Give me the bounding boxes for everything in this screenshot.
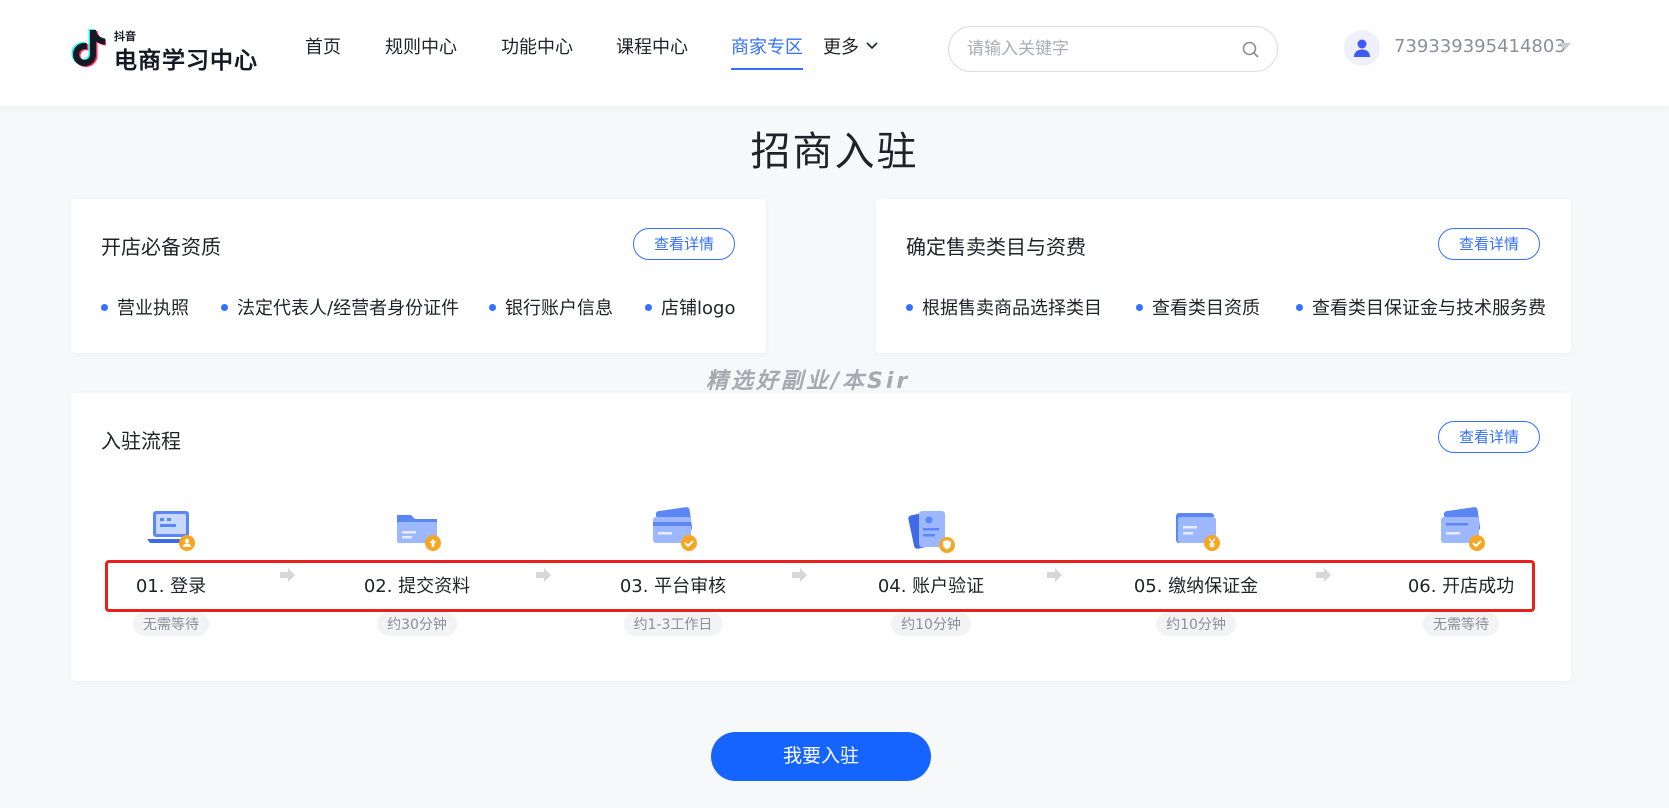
category-detail-button[interactable]: 查看详情 [1438, 228, 1540, 260]
douyin-logo-icon [71, 29, 106, 67]
process-card-title: 入驻流程 [101, 429, 181, 453]
search-input[interactable] [967, 37, 1237, 61]
laptop-user-icon [147, 511, 195, 551]
qualification-detail-button[interactable]: 查看详情 [633, 228, 735, 260]
step-time-badge: 约30分钟 [377, 612, 457, 636]
folder-upload-icon [397, 515, 441, 551]
page-title: 招商入驻 [750, 129, 919, 175]
list-item: 银行账户信息 [489, 294, 613, 320]
chevron-down-icon [866, 42, 878, 50]
category-card: 确定售卖类目与资费 查看详情 根据售卖商品选择类目 查看类目资质 查看类目保证金… [876, 199, 1571, 353]
nav-merchant-zone[interactable]: 商家专区 [731, 36, 803, 70]
list-item: 查看类目资质 [1136, 294, 1260, 320]
step-time-badge: 无需等待 [133, 612, 209, 636]
nav-features[interactable]: 功能中心 [501, 36, 573, 70]
nav-courses[interactable]: 课程中心 [616, 36, 688, 70]
top-navigation-bar: 抖音 电商学习中心 首页 规则中心 功能中心 课程中心 商家专区 更多 7393… [0, 0, 1669, 106]
user-icon [1354, 39, 1370, 57]
list-item: 查看类目保证金与技术服务费 [1296, 294, 1546, 320]
search-icon[interactable] [1241, 40, 1261, 60]
apply-join-button[interactable]: 我要入驻 [711, 732, 931, 781]
caret-down-icon[interactable] [1558, 42, 1572, 51]
step-time-badge: 约1-3工作日 [623, 612, 723, 636]
qualification-card-title: 开店必备资质 [101, 235, 221, 259]
process-card: 入驻流程 查看详情 01. 登录 无需等待 02. 提交资料 约30分钟 03.… [71, 393, 1571, 681]
watermark: 精选好副业/本Sir [706, 369, 911, 394]
site-logo[interactable]: 抖音 电商学习中心 [70, 26, 260, 74]
list-item: 营业执照 [101, 294, 189, 320]
list-item: 根据售卖商品选择类目 [906, 294, 1102, 320]
list-item: 法定代表人/经营者身份证件 [221, 294, 459, 320]
highlight-annotation-box [105, 560, 1535, 612]
nav-rules[interactable]: 规则中心 [385, 36, 457, 70]
card-check-icon [653, 507, 697, 551]
card-success-icon [1441, 507, 1485, 551]
category-card-title: 确定售卖类目与资费 [906, 235, 1086, 259]
logo-title: 电商学习中心 [114, 48, 258, 74]
qualification-card: 开店必备资质 查看详情 营业执照 法定代表人/经营者身份证件 银行账户信息 店铺… [71, 199, 766, 353]
nav-more-label: 更多 [823, 37, 859, 58]
nav-home[interactable]: 首页 [305, 36, 341, 70]
nav-more[interactable]: 更多 [823, 36, 879, 70]
step-time-badge: 约10分钟 [891, 612, 971, 636]
list-item: 店铺logo [645, 294, 735, 320]
avatar[interactable] [1344, 30, 1380, 66]
process-detail-button[interactable]: 查看详情 [1438, 421, 1540, 453]
id-card-shield-icon [908, 511, 955, 553]
step-time-badge: 无需等待 [1423, 612, 1499, 636]
search-box [948, 26, 1278, 72]
user-id: 739339395414803 [1394, 36, 1566, 57]
card-yen-icon [1176, 513, 1220, 551]
step-time-badge: 约10分钟 [1156, 612, 1236, 636]
